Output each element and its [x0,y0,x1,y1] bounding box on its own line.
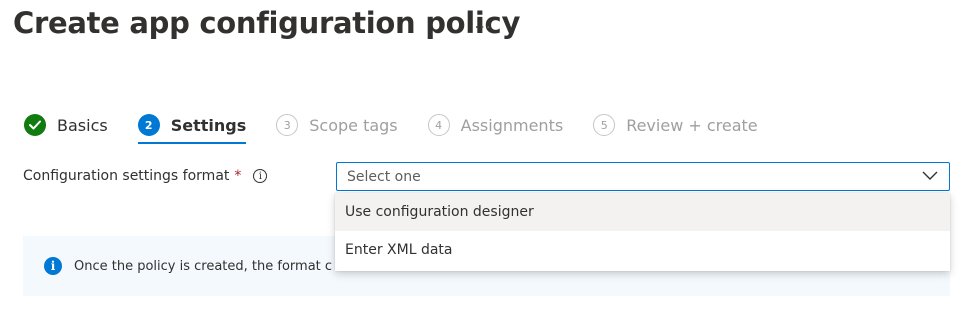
create-app-config-policy-page: Create app configuration policy ... Basi… [0,0,967,310]
more-options-button[interactable]: ... [472,12,494,34]
wizard-step-label: Basics [57,115,108,135]
wizard-step-label: Review + create [626,115,758,135]
step-number-badge: 5 [593,114,616,136]
step-number-badge: 4 [427,114,450,136]
format-dropdown[interactable]: Select one [336,162,950,191]
info-icon[interactable]: i [253,169,268,183]
wizard-step-label: Settings [170,115,247,135]
option-enter-xml-data[interactable]: Enter XML data [335,231,950,269]
wizard-step-label: Scope tags [309,115,398,135]
info-icon: i [44,257,62,275]
chevron-down-icon [922,171,938,180]
wizard-step-assignments[interactable]: 4 Assignments [427,114,564,136]
wizard-step-label: Assignments [460,115,564,135]
page-title: Create app configuration policy [13,6,521,40]
wizard-step-scope-tags[interactable]: 3 Scope tags [276,114,398,136]
wizard-step-basics[interactable]: Basics [24,114,108,136]
required-marker: * [234,168,242,184]
format-field-label: Configuration settings format [23,168,230,184]
wizard-step-review-create[interactable]: 5 Review + create [593,114,758,136]
format-field-label-row: Configuration settings format * i [23,168,268,184]
info-message-text: Once the policy is created, the format c [74,258,333,274]
checkmark-icon [24,114,46,136]
option-use-configuration-designer[interactable]: Use configuration designer [335,193,950,231]
format-dropdown-menu: Use configuration designer Enter XML dat… [335,193,950,271]
wizard-steps: Basics 2 Settings 3 Scope tags 4 Assignm… [24,113,788,144]
wizard-step-settings[interactable]: 2 Settings [137,114,247,144]
step-number-badge: 3 [276,114,299,136]
format-dropdown-placeholder: Select one [347,168,421,185]
step-number-badge: 2 [137,114,160,136]
